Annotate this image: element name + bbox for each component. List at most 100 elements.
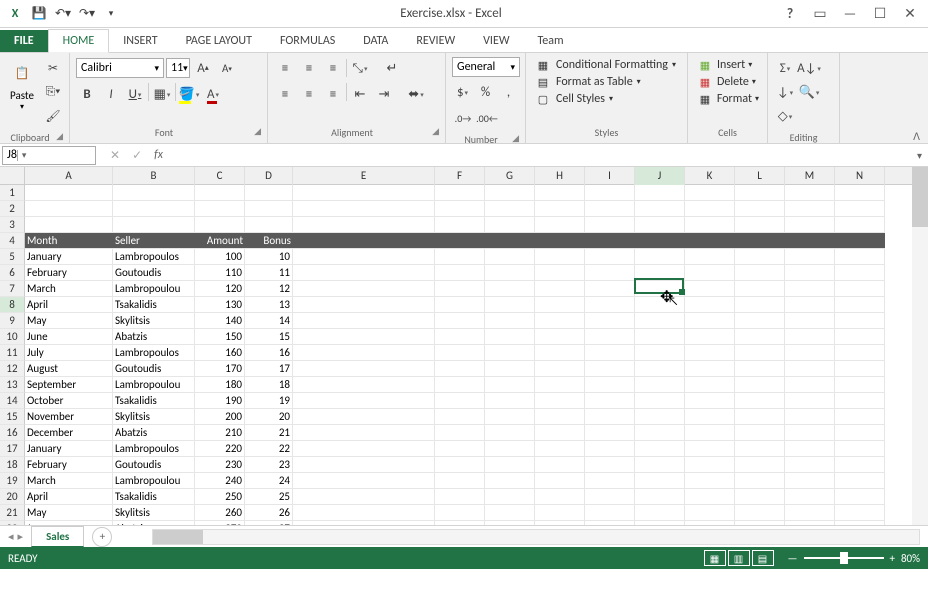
cell[interactable] [535,489,585,505]
cell[interactable] [735,505,785,521]
cut-icon[interactable]: ✂ [42,57,64,79]
row-header[interactable]: 1 [0,185,25,201]
zoom-in-icon[interactable]: + [890,552,895,565]
cell[interactable]: 21 [245,425,293,441]
cell[interactable]: May [25,313,113,329]
cell[interactable] [635,313,685,329]
ribbon-display-icon[interactable]: ▭ [810,4,830,24]
cell[interactable] [835,489,885,505]
cell[interactable]: June [25,521,113,525]
cell[interactable] [835,297,885,313]
insert-cells-button[interactable]: ▦Insert▾ [694,57,761,73]
cell[interactable] [293,521,435,525]
cell[interactable] [485,377,535,393]
column-header[interactable]: J [635,167,685,185]
cell[interactable]: 180 [195,377,245,393]
cell[interactable] [735,473,785,489]
cell[interactable] [293,297,435,313]
cell[interactable] [835,505,885,521]
cell[interactable] [485,233,535,249]
cell[interactable] [785,313,835,329]
cell[interactable] [485,265,535,281]
cell[interactable] [785,521,835,525]
cell[interactable] [735,297,785,313]
cell[interactable] [293,249,435,265]
cell[interactable] [535,425,585,441]
cell[interactable] [785,393,835,409]
cell[interactable] [535,281,585,297]
cell[interactable]: Month [25,233,113,249]
cell[interactable] [835,281,885,297]
cell[interactable]: 150 [195,329,245,345]
borders-icon[interactable]: ▦ [151,83,173,105]
cell[interactable] [635,249,685,265]
cell[interactable] [293,201,435,217]
cell[interactable] [685,329,735,345]
cell[interactable] [735,265,785,281]
row-header[interactable]: 4 [0,233,25,249]
cell[interactable] [245,201,293,217]
tab-review[interactable]: REVIEW [402,30,469,52]
column-header[interactable]: I [585,167,635,185]
copy-icon[interactable]: ⎘▾ [42,81,64,103]
row-header[interactable]: 20 [0,489,25,505]
cell[interactable] [485,505,535,521]
cell[interactable] [785,457,835,473]
cell[interactable] [635,377,685,393]
cell[interactable] [535,217,585,233]
cell[interactable] [113,201,195,217]
cell[interactable]: 15 [245,329,293,345]
cell[interactable] [485,201,535,217]
format-as-table-button[interactable]: ▤Format as Table▾ [532,74,681,90]
cell[interactable]: 210 [195,425,245,441]
cell[interactable]: April [25,489,113,505]
column-header[interactable]: G [485,167,535,185]
cell[interactable]: 100 [195,249,245,265]
cell[interactable] [435,249,485,265]
maximize-icon[interactable]: ☐ [870,4,890,24]
cell[interactable]: Goutoudis [113,361,195,377]
cell[interactable] [635,233,685,249]
cell[interactable]: 270 [195,521,245,525]
cell[interactable] [435,473,485,489]
comma-icon[interactable]: , [498,81,519,103]
cell[interactable] [293,329,435,345]
cell[interactable] [785,505,835,521]
dialog-launcher-icon[interactable]: ◢ [432,126,439,137]
cell[interactable] [435,233,485,249]
font-name-combo[interactable]: Calibri▾ [76,58,164,78]
cell[interactable]: 260 [195,505,245,521]
italic-icon[interactable]: I [100,83,122,105]
column-header[interactable]: N [835,167,885,185]
cell[interactable] [735,233,785,249]
cell[interactable]: 250 [195,489,245,505]
cell[interactable] [685,489,735,505]
cell[interactable]: Lambropoulou [113,473,195,489]
row-header[interactable]: 18 [0,457,25,473]
cell[interactable] [535,521,585,525]
cell[interactable]: 10 [245,249,293,265]
cell[interactable] [835,185,885,201]
cell[interactable] [245,217,293,233]
cell[interactable] [293,313,435,329]
column-header[interactable]: C [195,167,245,185]
cell[interactable] [635,185,685,201]
cell[interactable] [293,409,435,425]
format-painter-icon[interactable]: 🖌 [42,105,64,127]
cell[interactable]: 220 [195,441,245,457]
cell[interactable]: January [25,441,113,457]
number-format-combo[interactable]: General▾ [452,57,520,77]
wrap-text-icon[interactable]: ↵ [381,57,403,79]
increase-font-icon[interactable]: A▴ [192,57,214,79]
cell[interactable] [585,361,635,377]
cell[interactable] [785,473,835,489]
cell[interactable] [735,249,785,265]
cell[interactable] [435,201,485,217]
undo-icon[interactable]: ↶▾ [52,3,74,25]
sheet-nav-next-icon[interactable]: ▸ [18,530,24,543]
cell[interactable]: 12 [245,281,293,297]
cell[interactable]: 19 [245,393,293,409]
help-icon[interactable]: ? [780,4,800,24]
add-sheet-icon[interactable]: + [92,527,112,547]
cell[interactable] [585,313,635,329]
